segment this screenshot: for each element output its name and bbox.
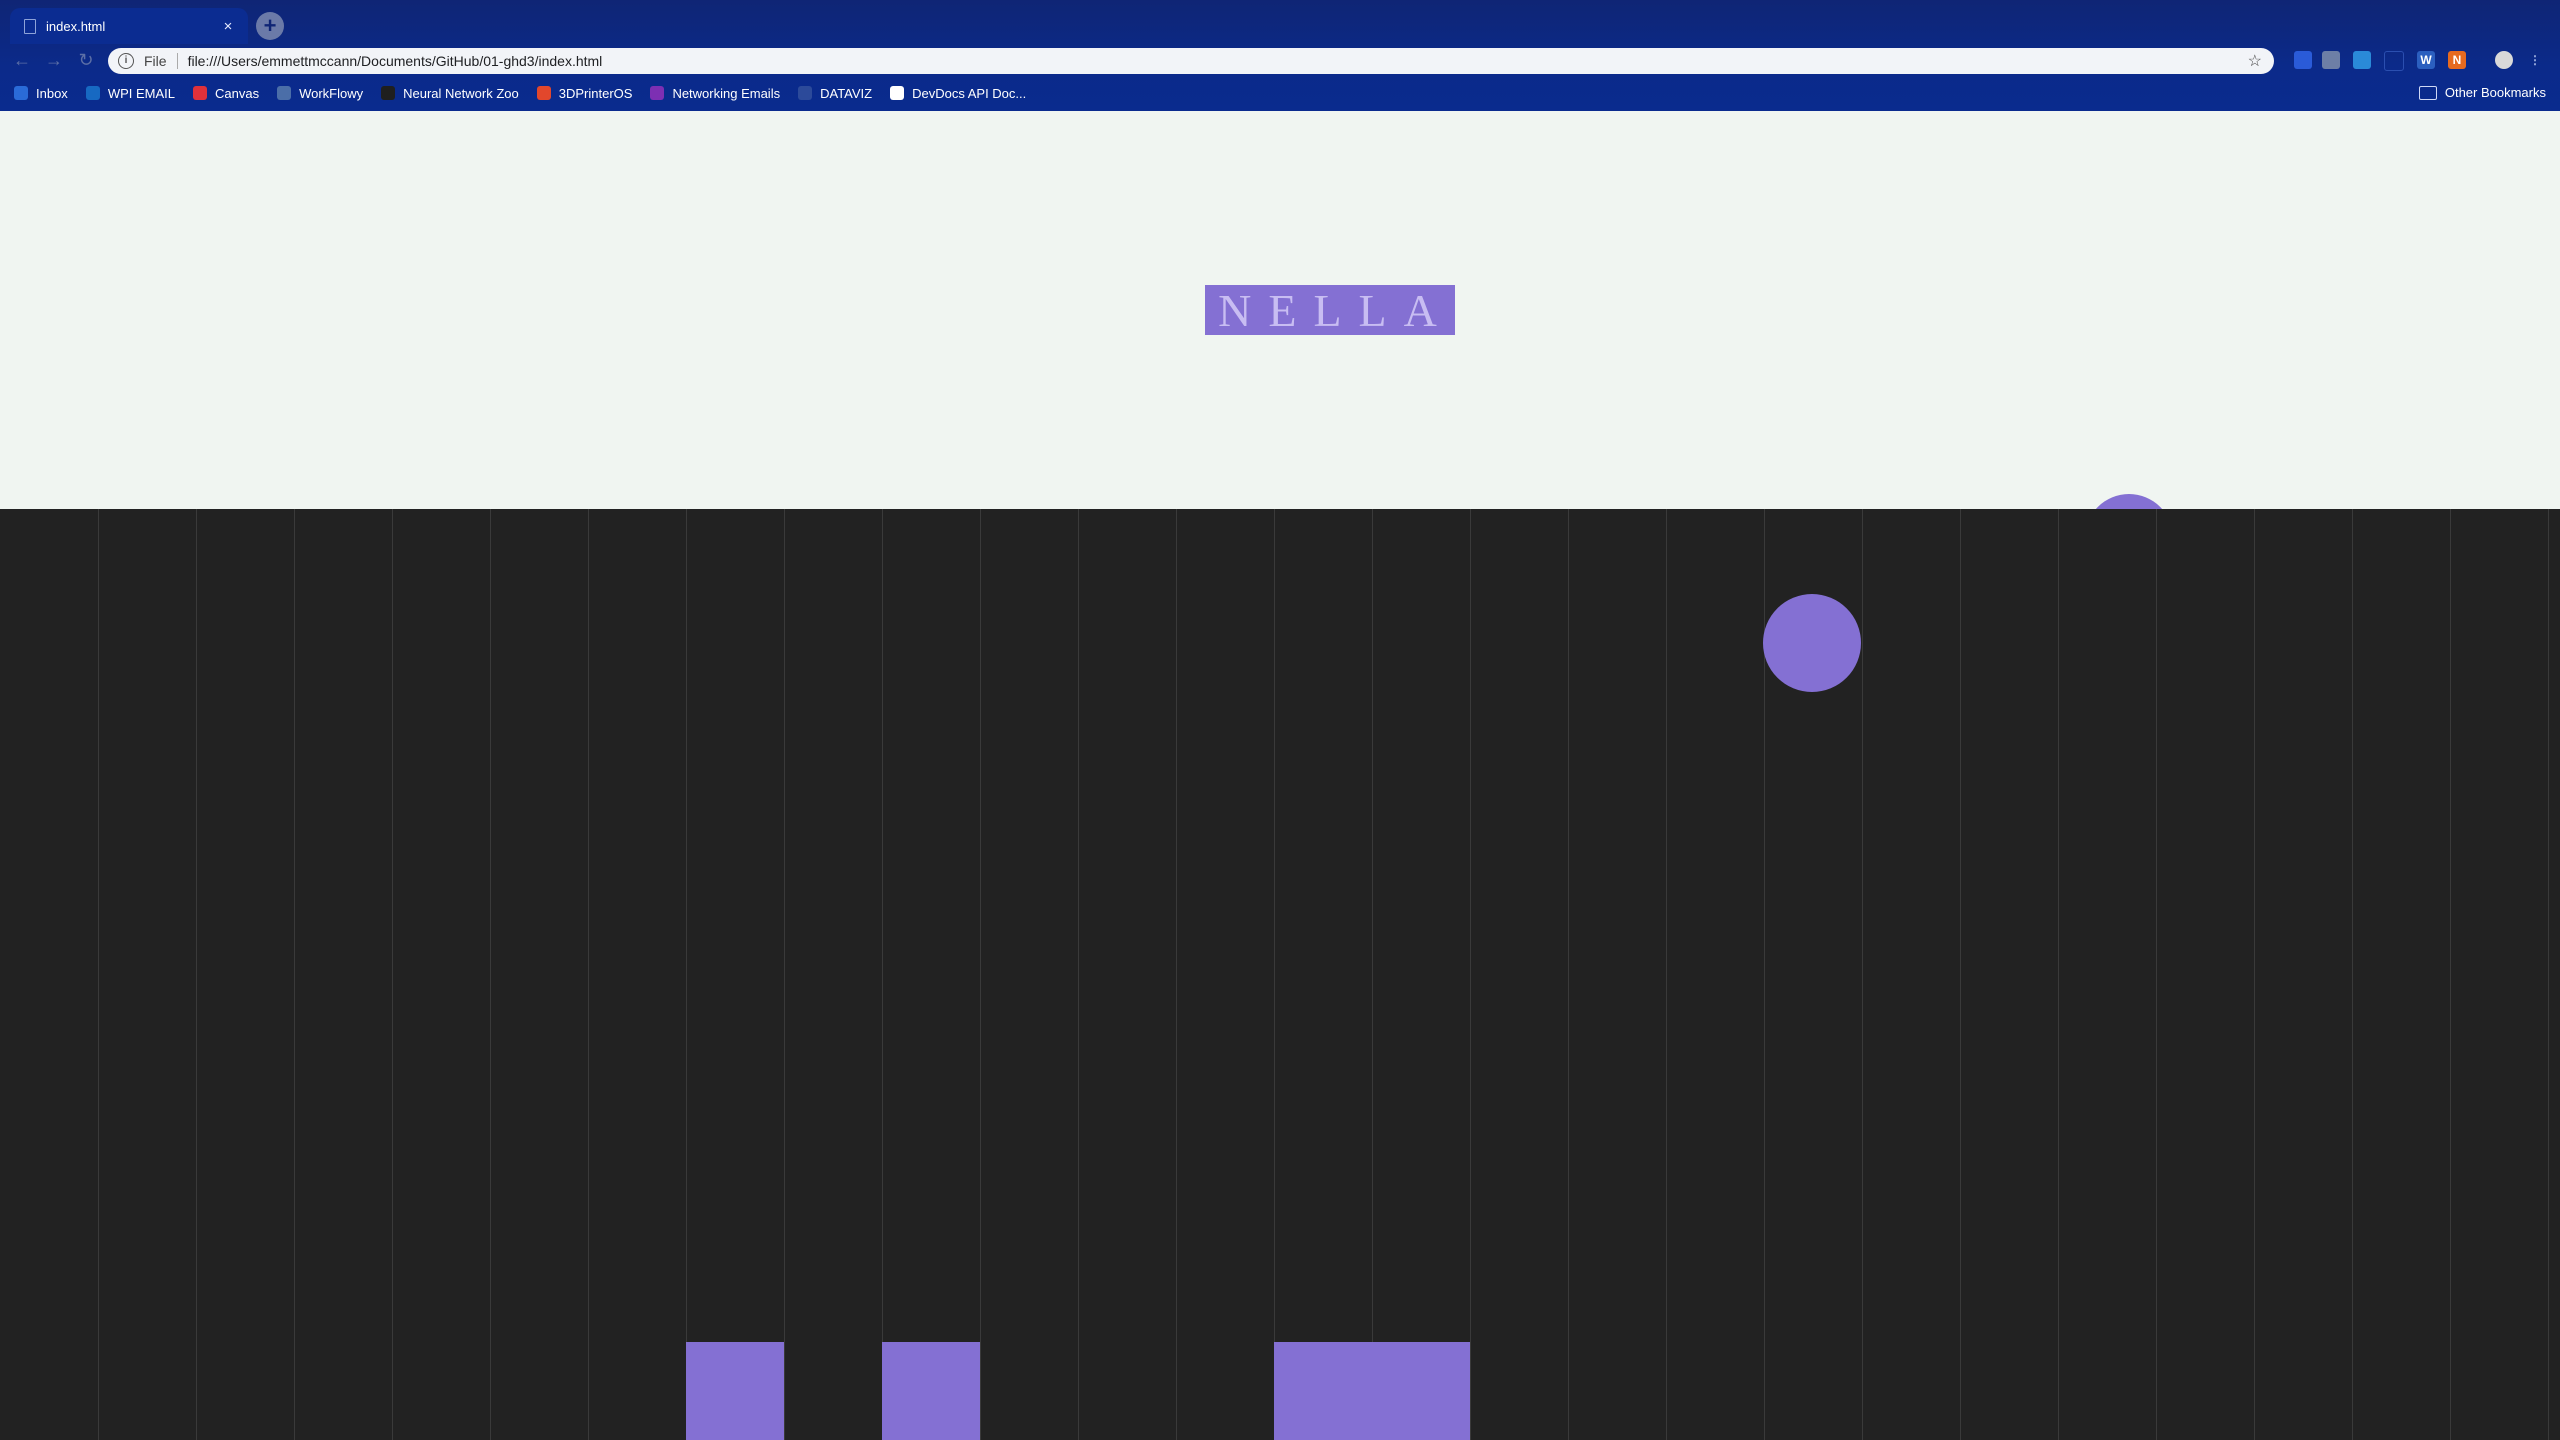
grid-block (1372, 1342, 1470, 1440)
info-icon[interactable]: i (118, 53, 134, 69)
grid-column[interactable] (1078, 509, 1177, 1440)
toolbar: ← → ↻ i File file:///Users/emmettmccann/… (0, 46, 2560, 76)
grid-column[interactable] (1666, 509, 1765, 1440)
grid-column[interactable] (2254, 509, 2353, 1440)
bookmark-label: WPI EMAIL (107, 85, 175, 101)
grid-column[interactable] (882, 509, 981, 1440)
browser-chrome: index.html × + ← → ↻ i File file:///User… (0, 0, 2560, 111)
n-extension-icon[interactable]: N (2448, 51, 2466, 69)
grid-column[interactable] (294, 509, 393, 1440)
neural-network-icon (381, 86, 396, 100)
grid-column[interactable] (2450, 509, 2549, 1440)
bookmark-item[interactable]: Inbox (14, 86, 68, 101)
grid-column[interactable] (490, 509, 589, 1440)
new-tab-button[interactable]: + (256, 12, 284, 40)
bookmark-item[interactable]: Canvas (193, 86, 259, 101)
folder-icon (2418, 85, 2437, 100)
address-url[interactable]: file:///Users/emmettmccann/Documents/Git… (188, 53, 2248, 69)
bookmark-item[interactable]: DATAVIZ (798, 86, 872, 101)
page-icon (798, 86, 813, 100)
bookmark-label: Inbox (36, 85, 68, 101)
grid-block (1274, 1342, 1372, 1440)
grid-column[interactable] (1568, 509, 1667, 1440)
bookmark-label: 3DPrinterOS (558, 85, 633, 101)
grid-column[interactable] (392, 509, 491, 1440)
bookmark-label: Neural Network Zoo (403, 85, 519, 101)
bookmark-item[interactable]: DevDocs API Doc... (890, 86, 1026, 101)
address-scheme: File (144, 53, 167, 69)
bookmark-item[interactable]: 3DPrinterOS (536, 85, 633, 101)
close-icon[interactable]: × (218, 18, 238, 35)
grid-column[interactable] (1862, 509, 1961, 1440)
onenote-icon (650, 86, 665, 100)
calendar-extension-icon[interactable] (2353, 51, 2371, 69)
grid-column[interactable] (980, 509, 1079, 1440)
grid-column[interactable] (1372, 509, 1471, 1440)
bookmark-item[interactable]: Networking Emails (650, 86, 780, 101)
grid-block (882, 1342, 980, 1440)
bookmark-star-icon[interactable]: ☆ (2248, 51, 2262, 71)
search-extension-icon[interactable] (2384, 51, 2404, 71)
other-bookmarks[interactable]: Other Bookmarks (2418, 85, 2546, 100)
tab-strip: index.html × + (0, 0, 2560, 50)
grid-column[interactable] (1274, 509, 1373, 1440)
avatar[interactable] (2495, 51, 2513, 69)
extension-icon[interactable] (2294, 51, 2312, 69)
tab-title: index.html (46, 18, 106, 34)
bookmark-item[interactable]: WPI EMAIL (85, 85, 175, 101)
menu-icon[interactable]: ⋮ (2526, 51, 2544, 69)
grid-block (686, 1342, 784, 1440)
bookmark-item[interactable]: WorkFlowy (277, 86, 363, 101)
grid-ball (1763, 594, 1861, 692)
bookmark-label: DATAVIZ (820, 85, 873, 101)
bookmarks-bar: Inbox WPI EMAIL Canvas WorkFlowy Neural Netw… (0, 80, 2560, 106)
grid-column[interactable] (686, 509, 785, 1440)
grid-column[interactable] (784, 509, 883, 1440)
bookmark-label: WorkFlowy (299, 85, 364, 101)
logo: NELLA (1205, 285, 1455, 336)
printer-icon (536, 86, 551, 100)
bookmark-label: DevDocs API Doc... (912, 85, 1027, 101)
canvas-icon (193, 86, 207, 100)
grid-column[interactable] (196, 509, 295, 1440)
grid-column[interactable] (588, 509, 687, 1440)
grid-column[interactable] (1470, 509, 1569, 1440)
bookmark-label: Canvas (215, 85, 260, 101)
other-bookmarks-label: Other Bookmarks (2444, 85, 2546, 100)
back-button[interactable]: ← (10, 48, 34, 72)
extension-icon[interactable] (2322, 51, 2340, 69)
word-extension-icon[interactable]: W (2417, 51, 2435, 69)
grid-column[interactable] (2058, 509, 2157, 1440)
grid-column[interactable] (2156, 509, 2255, 1440)
grid-column[interactable] (0, 509, 99, 1440)
grid-column[interactable] (1960, 509, 2059, 1440)
devdocs-icon (890, 86, 905, 100)
grid-column[interactable] (2352, 509, 2451, 1440)
grid-column[interactable] (98, 509, 197, 1440)
workflowy-icon (277, 86, 292, 100)
reload-button[interactable]: ↻ (74, 48, 98, 72)
page-header: NELLA (0, 111, 2560, 582)
address-divider (176, 53, 178, 69)
bookmark-item[interactable]: Neural Network Zoo (381, 86, 519, 101)
bookmark-label: Networking Emails (672, 85, 781, 101)
outlook-icon (85, 86, 100, 100)
column-grid[interactable] (0, 509, 2560, 1440)
forward-button[interactable]: → (42, 48, 66, 72)
mail-icon (14, 86, 28, 100)
grid-column[interactable] (1176, 509, 1275, 1440)
tab-index-html[interactable]: index.html × (10, 8, 248, 44)
document-icon (24, 18, 36, 34)
address-bar[interactable]: i File file:///Users/emmettmccann/Docume… (108, 48, 2274, 74)
